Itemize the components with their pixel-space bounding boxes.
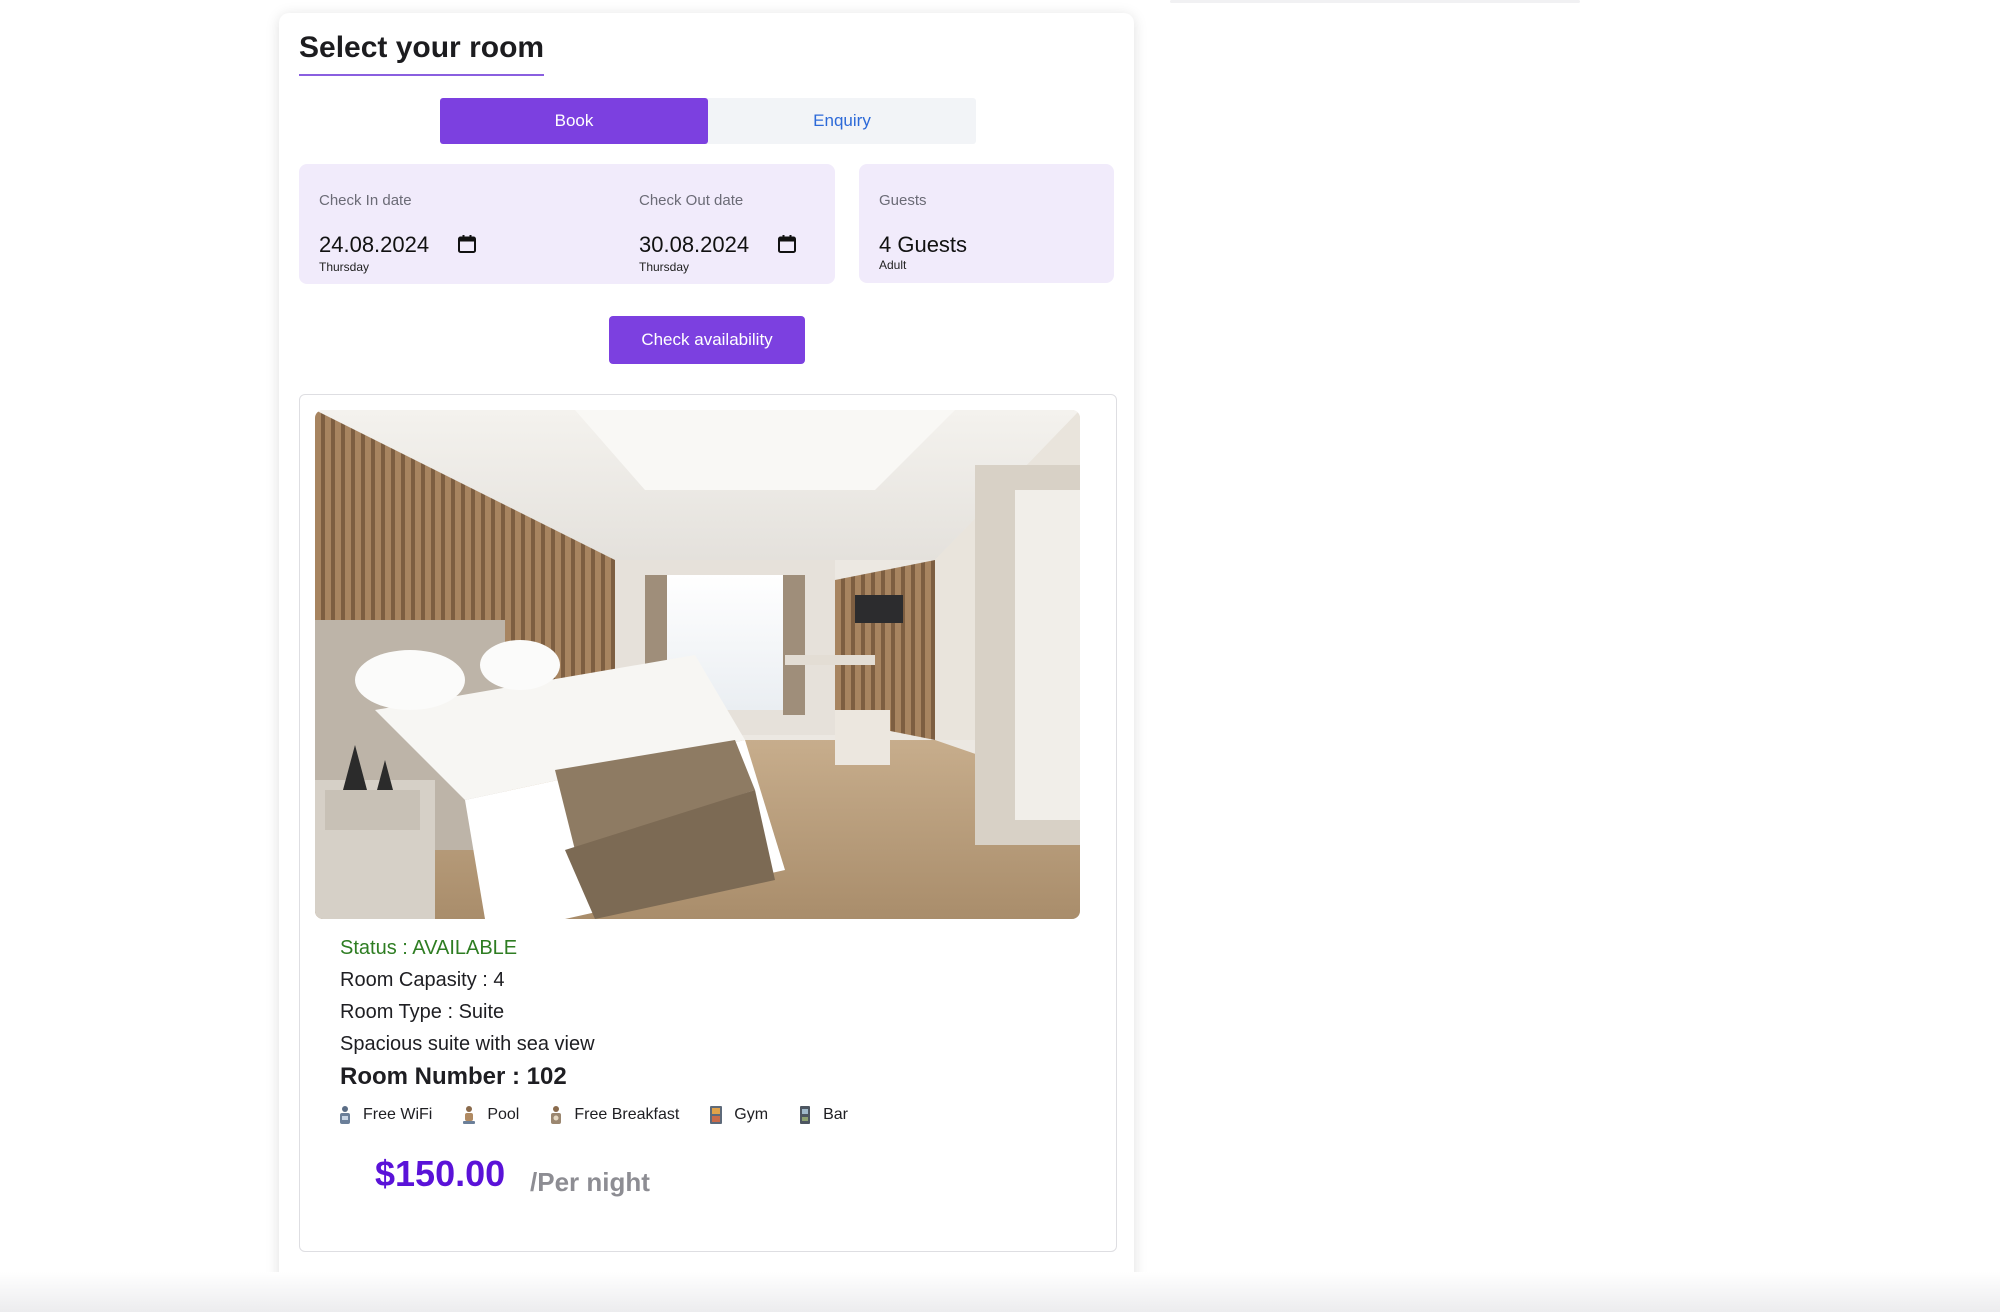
amenity-bar: Bar: [798, 1105, 848, 1125]
price-unit: /Per night: [530, 1167, 650, 1197]
tab-enquiry[interactable]: Enquiry: [708, 98, 976, 144]
room-type: Room Type : Suite: [340, 1001, 505, 1023]
amenity-free-breakfast: Free Breakfast: [549, 1105, 679, 1125]
page-title: Select your room: [299, 31, 545, 76]
check-availability-button[interactable]: Check availability: [609, 316, 805, 364]
amenity-label: Pool: [487, 1106, 520, 1123]
page-footer-shade: [0, 1272, 2000, 1312]
amenity-label: Bar: [823, 1106, 848, 1123]
tab-book[interactable]: Book: [440, 98, 708, 144]
calendar-icon[interactable]: [777, 234, 797, 254]
amenity-label: Free WiFi: [363, 1106, 433, 1123]
check-in-label: Check In date: [319, 192, 412, 209]
check-out-label: Check Out date: [639, 192, 744, 209]
amenity-label: Gym: [734, 1106, 769, 1123]
guests-label: Guests: [879, 192, 927, 209]
room-status: Status : AVAILABLE: [340, 937, 518, 959]
guests-type: Adult: [879, 258, 907, 272]
bar-icon: [800, 1106, 811, 1124]
gym-icon: [710, 1106, 723, 1124]
room-number: Room Number : 102: [340, 1063, 567, 1090]
background-divider: [1170, 0, 1580, 3]
amenities-list: Free WiFi Pool Free Breakfast Gym Bar: [338, 1102, 878, 1128]
amenity-label: Free Breakfast: [574, 1106, 680, 1123]
amenity-pool: Pool: [462, 1105, 519, 1125]
check-in-value[interactable]: 24.08.2024: [319, 232, 429, 258]
wifi-icon: [340, 1106, 350, 1124]
date-range-picker: Check In date 24.08.2024 Thursday Check …: [299, 164, 835, 284]
room-capacity: Room Capasity : 4: [340, 969, 505, 991]
room-selection-panel: Select your room Book Enquiry Check In d…: [279, 13, 1134, 1291]
guests-selector[interactable]: Guests 4 Guests Adult: [859, 164, 1114, 283]
pool-icon: [463, 1106, 476, 1124]
breakfast-icon: [551, 1106, 562, 1124]
booking-tabs: Book Enquiry: [440, 98, 976, 144]
amenity-free-wifi: Free WiFi: [338, 1105, 432, 1125]
room-description: Spacious suite with sea view: [340, 1033, 595, 1055]
amenity-gym: Gym: [709, 1105, 768, 1125]
guests-value: 4 Guests: [879, 232, 968, 257]
room-card: Status : AVAILABLE Room Capasity : 4 Roo…: [299, 394, 1117, 1252]
check-out-value[interactable]: 30.08.2024: [639, 232, 749, 258]
room-price: $150.00: [375, 1153, 506, 1194]
check-in-day: Thursday: [319, 260, 370, 274]
room-photo: [315, 410, 1080, 919]
check-out-day: Thursday: [639, 260, 690, 274]
calendar-icon[interactable]: [457, 234, 477, 254]
